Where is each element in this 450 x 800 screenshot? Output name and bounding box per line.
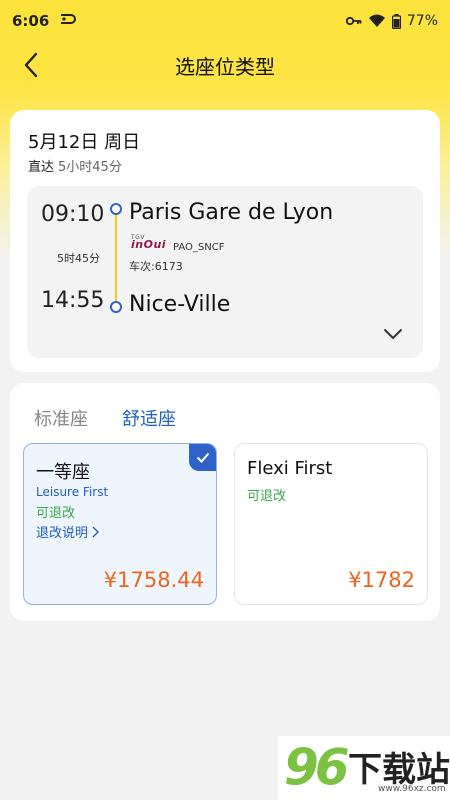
direct-label: 直达 (28, 160, 55, 175)
page-title: 选座位类型 (175, 54, 275, 79)
depart-dot (110, 203, 122, 215)
watermark-url: www.96xz.com (378, 784, 446, 794)
wifi-icon (368, 14, 386, 28)
option-name: Flexi First (247, 458, 333, 479)
trip-card: 5月12日 周日 直达 5小时45分 09:10 5时45分 14:55 Pari… (10, 110, 440, 372)
refund-policy-link[interactable]: 退改说明 (36, 522, 100, 541)
trip-meta: 直达 5小时45分 (28, 156, 122, 175)
total-duration: 5小时45分 (58, 160, 122, 175)
tab-comfort-seat[interactable]: 舒适座 (122, 405, 176, 431)
status-right: 77% (345, 13, 438, 29)
route-box[interactable]: 09:10 5时45分 14:55 Paris Gare de Lyon TGV… (27, 186, 423, 358)
chevron-down-icon[interactable] (383, 326, 403, 340)
option-price: ¥1782 (348, 568, 415, 592)
option-price: ¥1758.44 (103, 568, 204, 592)
back-button[interactable] (14, 48, 48, 82)
chevron-right-icon (92, 526, 100, 537)
refund-policy-label: 退改说明 (36, 526, 89, 541)
brand-small: TGV (131, 234, 145, 241)
trip-date: 5月12日 周日 (28, 132, 141, 153)
status-time: 6:06 (12, 12, 50, 30)
option-refund: 可退改 (36, 506, 76, 521)
checkmark-icon (189, 444, 216, 471)
train-brand-logo: TGV inOui (131, 234, 166, 251)
option-refund: 可退改 (247, 489, 287, 504)
nav-bar: 选座位类型 (0, 42, 450, 88)
tab-standard-seat[interactable]: 标准座 (34, 405, 88, 431)
status-bar: 6:06 77% (0, 0, 450, 42)
key-icon (345, 16, 362, 26)
operator: PAO_SNCF (173, 242, 225, 253)
depart-station: Paris Gare de Lyon (129, 200, 334, 225)
arrive-station: Nice-Ville (129, 292, 231, 317)
seat-option-leisure-first[interactable]: 一等座 Leisure First 可退改 退改说明 ¥1758.44 (23, 443, 217, 605)
chevron-left-icon (24, 52, 38, 78)
seat-option-flexi-first[interactable]: Flexi First 可退改 ¥1782 (234, 443, 428, 605)
watermark-number: 96 (284, 738, 350, 796)
option-subtitle: Leisure First (36, 485, 109, 499)
trip-duration: 5时45分 (57, 252, 100, 265)
train-number: 车次:6173 (129, 260, 183, 273)
arrive-dot (110, 301, 122, 313)
watermark-logo: 96 下载站 www.96xz.com (278, 736, 450, 800)
route-line (115, 214, 117, 302)
arrive-time: 14:55 (41, 288, 105, 313)
battery-level: 77% (406, 13, 438, 29)
seat-card: 标准座 舒适座 一等座 Leisure First 可退改 退改说明 ¥1758… (10, 383, 440, 621)
depart-time: 09:10 (41, 202, 105, 227)
battery-icon (391, 13, 401, 29)
option-name: 一等座 (36, 462, 90, 483)
notification-app-icon (59, 13, 77, 29)
